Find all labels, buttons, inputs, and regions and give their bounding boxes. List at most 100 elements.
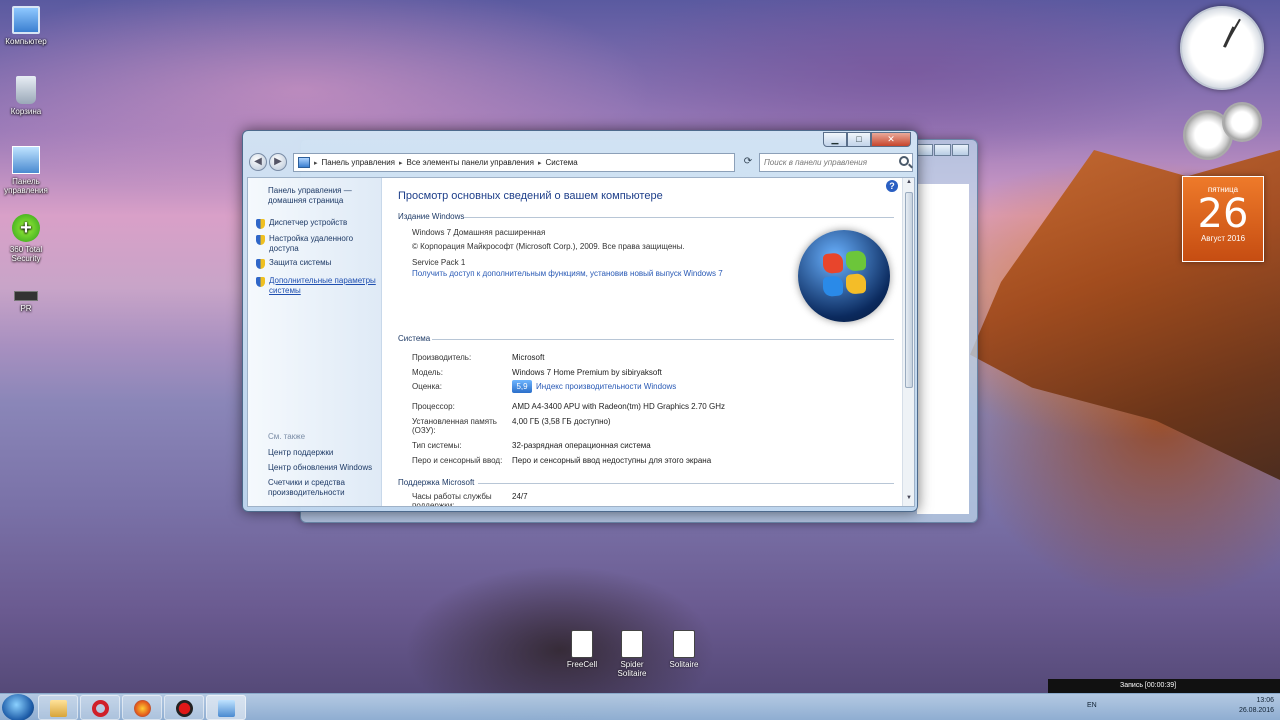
section-divider: [464, 217, 894, 218]
system-clock[interactable]: 13:06 26.08.2016: [1239, 696, 1274, 716]
clock-gadget[interactable]: [1180, 6, 1264, 90]
windows-edition: Windows 7 Домашняя расширенная: [412, 228, 546, 237]
performance-index-link[interactable]: Индекс производительности Windows: [536, 382, 676, 391]
upgrade-link[interactable]: Получить доступ к дополнительным функция…: [412, 269, 723, 278]
desktop-icon-recycle-bin[interactable]: Корзина: [0, 76, 56, 116]
search-icon[interactable]: [899, 156, 909, 166]
sidebar-item-system-protection[interactable]: Защита системы: [256, 258, 380, 269]
clock-date: 26.08.2016: [1238, 707, 1274, 714]
help-icon[interactable]: ?: [886, 180, 898, 192]
maximize-icon[interactable]: [934, 144, 951, 156]
ram-meter-gadget[interactable]: [1222, 102, 1262, 142]
section-heading-system: Система: [398, 334, 431, 343]
rating-badge[interactable]: 5,9: [512, 380, 532, 393]
control-panel-icon: [218, 700, 235, 717]
recycle-bin-icon: [16, 76, 36, 104]
section-divider: [432, 339, 894, 340]
system-window[interactable]: ▁ □ ✕ ◀ ▶ ▸ Панель управления ▸ Все элем…: [242, 130, 918, 512]
record-icon: [176, 700, 193, 717]
desktop-icon-pr[interactable]: PR: [0, 282, 56, 313]
address-bar[interactable]: ▸ Панель управления ▸ Все элементы панел…: [293, 153, 735, 172]
minimize-icon[interactable]: [916, 144, 933, 156]
row-label-support-hours: Часы работы службы поддержки:: [412, 492, 492, 507]
card-icon: [673, 630, 695, 658]
see-also-action-center[interactable]: Центр поддержки: [268, 448, 378, 458]
sidebar-item-device-manager[interactable]: Диспетчер устройств: [256, 218, 380, 229]
sidebar-item-label: Диспетчер устройств: [269, 218, 348, 227]
desktop-icon-freecell[interactable]: FreeCell: [562, 630, 602, 669]
calendar-gadget[interactable]: пятница 26 Август 2016: [1182, 176, 1264, 262]
breadcrumb-item[interactable]: Система: [545, 158, 577, 167]
shield-icon: [256, 259, 265, 269]
breadcrumb-item[interactable]: Все элементы панели управления: [407, 158, 534, 167]
background-window-controls: [916, 144, 969, 156]
desktop-icon-spider[interactable]: Spider Solitaire: [612, 630, 652, 678]
row-label-model: Модель:: [412, 368, 443, 377]
desktop-icon-360-security[interactable]: + 360 Total Security: [0, 214, 56, 263]
sidebar-item-remote-access[interactable]: Настройка удаленного доступа: [256, 234, 380, 254]
recording-status: Запись [00:00:39]: [1120, 682, 1177, 689]
desktop-icon-label: Компьютер: [5, 37, 47, 46]
back-button[interactable]: ◀: [249, 153, 267, 171]
page-title: Просмотр основных сведений о вашем компь…: [398, 190, 663, 202]
taskbar-recorder[interactable]: [164, 695, 204, 720]
row-label-pen-touch: Перо и сенсорный ввод:: [412, 456, 503, 465]
see-also-heading: См. также: [268, 432, 306, 441]
row-value-manufacturer: Microsoft: [512, 353, 545, 362]
row-label-rating: Оценка:: [412, 382, 442, 391]
card-icon: [621, 630, 643, 658]
taskbar-opera[interactable]: [80, 695, 120, 720]
language-indicator[interactable]: EN: [1087, 702, 1097, 709]
calendar-day: 26: [1197, 191, 1249, 237]
vertical-scrollbar[interactable]: ▲ ▼: [902, 178, 914, 506]
recording-bar[interactable]: Запись [00:00:39]: [1048, 679, 1280, 693]
taskbar-control-panel[interactable]: [206, 695, 246, 720]
scroll-thumb[interactable]: [905, 192, 913, 388]
row-value-memory: 4,00 ГБ (3,58 ГБ доступно): [512, 417, 611, 426]
calendar-month: Август 2016: [1200, 234, 1246, 243]
scroll-up-icon[interactable]: ▲: [904, 179, 914, 189]
folder-icon: [50, 700, 67, 717]
refresh-icon[interactable]: ⟳: [741, 153, 755, 172]
window-controls: ▁ □ ✕: [823, 132, 911, 147]
shield-icon: [256, 219, 265, 229]
minimize-button[interactable]: ▁: [823, 132, 847, 147]
chevron-right-icon: ▸: [537, 159, 542, 167]
sidebar-item-advanced-settings[interactable]: Дополнительные параметры системы: [256, 276, 380, 296]
desktop-icon-label: Solitaire: [669, 660, 699, 669]
windows-logo: [798, 230, 890, 322]
scroll-down-icon[interactable]: ▼: [904, 495, 914, 505]
security-shield-icon: +: [12, 214, 40, 242]
desktop-icon-label: Spider Solitaire: [617, 660, 647, 678]
sidebar-item-label: Настройка удаленного доступа: [269, 234, 354, 253]
desktop-icon-label: Корзина: [10, 107, 42, 116]
control-panel-icon: [298, 157, 310, 168]
taskbar-explorer[interactable]: [38, 695, 78, 720]
desktop-icon-solitaire[interactable]: Solitaire: [664, 630, 704, 669]
close-button[interactable]: ✕: [871, 132, 911, 147]
maximize-button[interactable]: □: [847, 132, 871, 147]
navigation-bar: ◀ ▶ ▸ Панель управления ▸ Все элементы п…: [249, 153, 913, 173]
forward-button[interactable]: ▶: [269, 153, 287, 171]
desktop-icon-control-panel[interactable]: Панель управления: [0, 146, 56, 195]
desktop-icon-computer[interactable]: Компьютер: [0, 6, 56, 46]
breadcrumb-item[interactable]: Панель управления: [322, 158, 396, 167]
taskbar: EN 13:06 26.08.2016: [0, 693, 1280, 720]
rating-row: 5,9 Индекс производительности Windows: [512, 380, 676, 393]
desktop-icon-label: Панель управления: [4, 177, 48, 195]
taskbar-firefox[interactable]: [122, 695, 162, 720]
see-also-windows-update[interactable]: Центр обновления Windows: [268, 463, 378, 473]
see-also-performance[interactable]: Счетчики и средства производительности: [268, 478, 378, 498]
sidebar-item-label: Дополнительные параметры системы: [269, 276, 376, 295]
desktop-icon-label: PR: [20, 304, 32, 313]
row-label-processor: Процессор:: [412, 402, 455, 411]
sidebar-home-link[interactable]: Панель управления — домашняя страница: [268, 186, 376, 206]
chip-icon: [14, 291, 38, 301]
main-panel: ? Просмотр основных сведений о вашем ком…: [382, 178, 914, 506]
close-icon[interactable]: [952, 144, 969, 156]
section-heading-support: Поддержка Microsoft: [398, 478, 475, 487]
search-input[interactable]: Поиск в панели управления: [759, 153, 913, 172]
section-heading-edition: Издание Windows: [398, 212, 465, 221]
start-button[interactable]: [2, 694, 34, 720]
row-value-pen-touch: Перо и сенсорный ввод недоступны для это…: [512, 456, 712, 465]
